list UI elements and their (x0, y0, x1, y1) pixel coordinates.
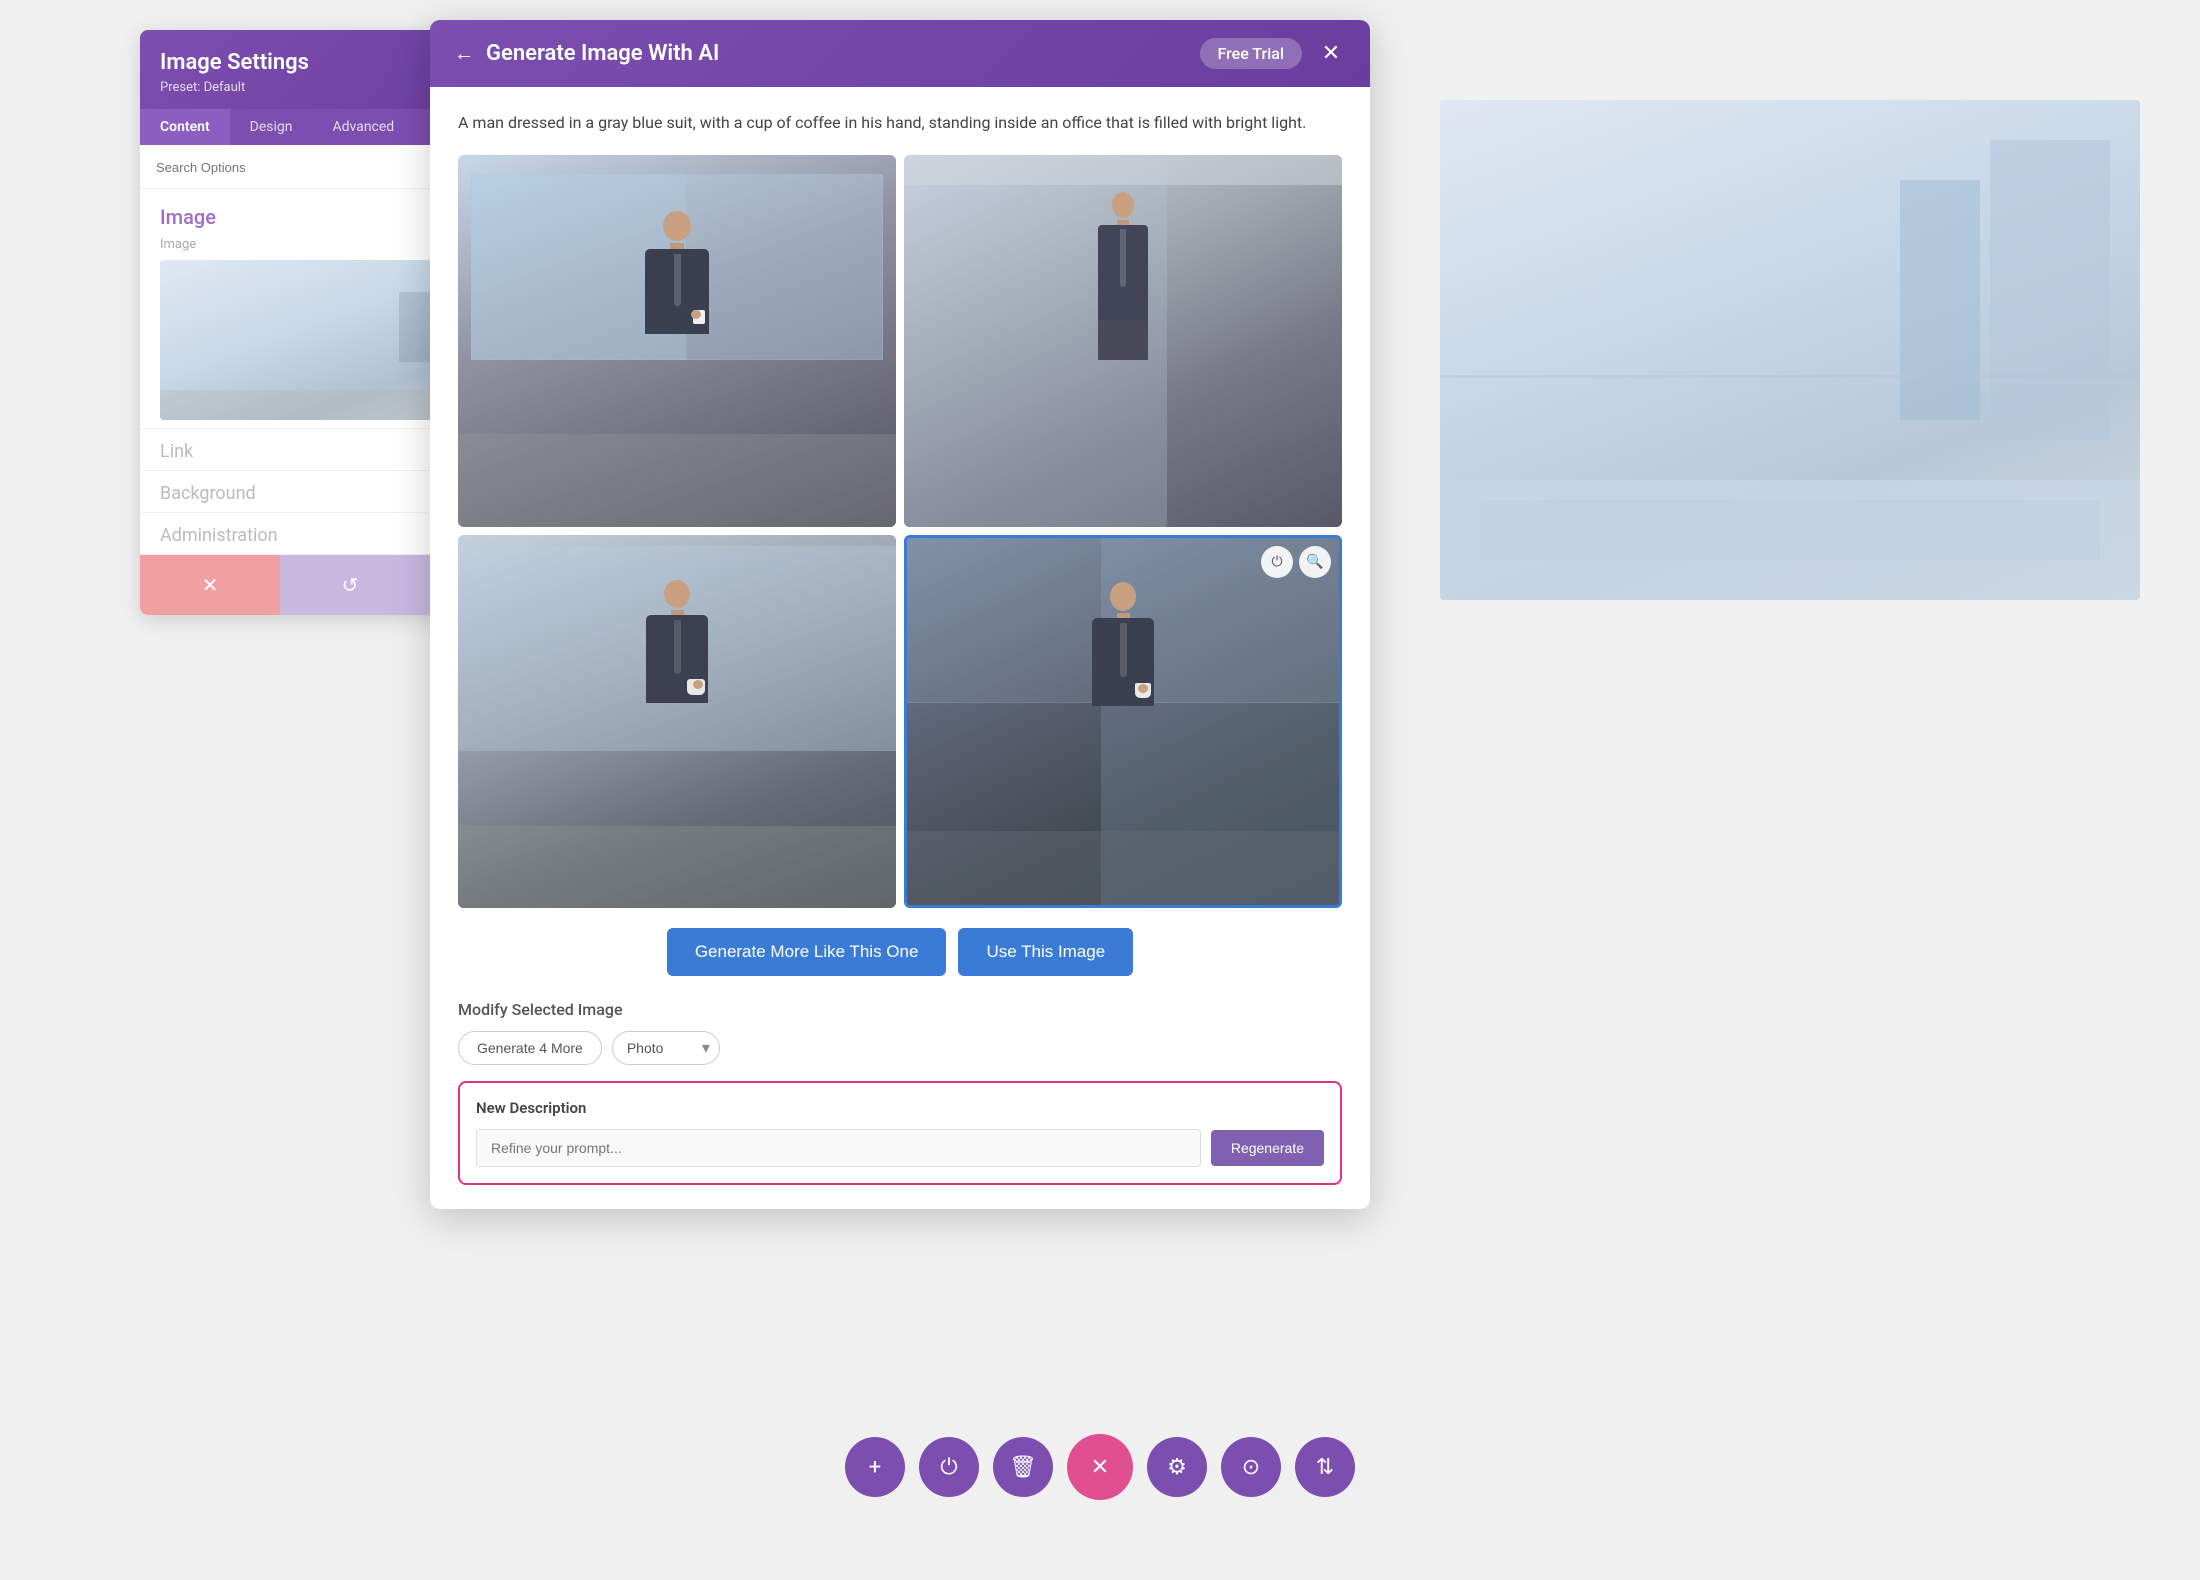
tab-content[interactable]: Content (140, 109, 230, 145)
ai-dialog-title: Generate Image With AI (486, 41, 719, 66)
undo-button[interactable]: ↺ (280, 555, 420, 615)
power-overlay-icon[interactable]: ⏻ (1261, 546, 1293, 578)
tab-design[interactable]: Design (230, 109, 313, 145)
image-grid: ⏻ 🔍 (458, 155, 1342, 908)
right-bg-panel (1440, 100, 2140, 600)
action-buttons: Generate More Like This One Use This Ima… (458, 928, 1342, 976)
new-description-title: New Description (476, 1099, 1324, 1117)
modify-controls: Generate 4 More Photo Illustration Paint… (458, 1031, 1342, 1065)
back-icon[interactable]: ← (454, 41, 474, 66)
modify-section: Modify Selected Image Generate 4 More Ph… (458, 1000, 1342, 1065)
prompt-text: A man dressed in a gray blue suit, with … (458, 111, 1342, 135)
ai-dialog: ← Generate Image With AI Free Trial ✕ A … (430, 20, 1370, 1209)
toolbar-history-button[interactable]: ⊙ (1221, 1437, 1281, 1497)
building-2 (1900, 180, 1980, 420)
ai-header-right: Free Trial ✕ (1200, 38, 1347, 69)
style-select-wrapper: Photo Illustration Painting (612, 1031, 720, 1065)
bottom-toolbar: + ⏻ 🗑 ✕ ⚙ ⊙ ⇅ (845, 1434, 1355, 1500)
style-select[interactable]: Photo Illustration Painting (612, 1031, 720, 1065)
selected-image-overlay: ⏻ 🔍 (1253, 538, 1339, 586)
toolbar-power-button[interactable]: ⏻ (919, 1437, 979, 1497)
toolbar-reorder-button[interactable]: ⇅ (1295, 1437, 1355, 1497)
ai-dialog-body: A man dressed in a gray blue suit, with … (430, 87, 1370, 1209)
cancel-button[interactable]: ✕ (140, 555, 280, 615)
close-button[interactable]: ✕ (1316, 39, 1346, 69)
image-cell-4[interactable]: ⏻ 🔍 (904, 535, 1342, 907)
generate-more-button[interactable]: Generate More Like This One (667, 928, 947, 976)
image-cell-2[interactable] (904, 155, 1342, 527)
toolbar-add-button[interactable]: + (845, 1437, 905, 1497)
building-1 (1990, 140, 2110, 440)
generate-4-button[interactable]: Generate 4 More (458, 1031, 602, 1065)
free-trial-badge[interactable]: Free Trial (1200, 38, 1303, 69)
regenerate-button[interactable]: Regenerate (1211, 1130, 1324, 1166)
refine-prompt-input[interactable] (476, 1129, 1201, 1167)
toolbar-settings-button[interactable]: ⚙ (1147, 1437, 1207, 1497)
ai-dialog-header: ← Generate Image With AI Free Trial ✕ (430, 20, 1370, 87)
toolbar-close-button[interactable]: ✕ (1067, 1434, 1133, 1500)
right-bg-image (1440, 100, 2140, 600)
new-desc-input-row: Regenerate (476, 1129, 1324, 1167)
zoom-overlay-icon[interactable]: 🔍 (1299, 546, 1331, 578)
use-image-button[interactable]: Use This Image (958, 928, 1133, 976)
tab-advanced[interactable]: Advanced (313, 109, 415, 145)
panel-title: Image Settings (160, 50, 309, 75)
image-cell-1[interactable] (458, 155, 896, 527)
modify-title: Modify Selected Image (458, 1000, 1342, 1019)
new-description-section: New Description Regenerate (458, 1081, 1342, 1185)
image-cell-3[interactable] (458, 535, 896, 907)
ai-title-area: ← Generate Image With AI (454, 41, 719, 66)
toolbar-delete-button[interactable]: 🗑 (993, 1437, 1053, 1497)
